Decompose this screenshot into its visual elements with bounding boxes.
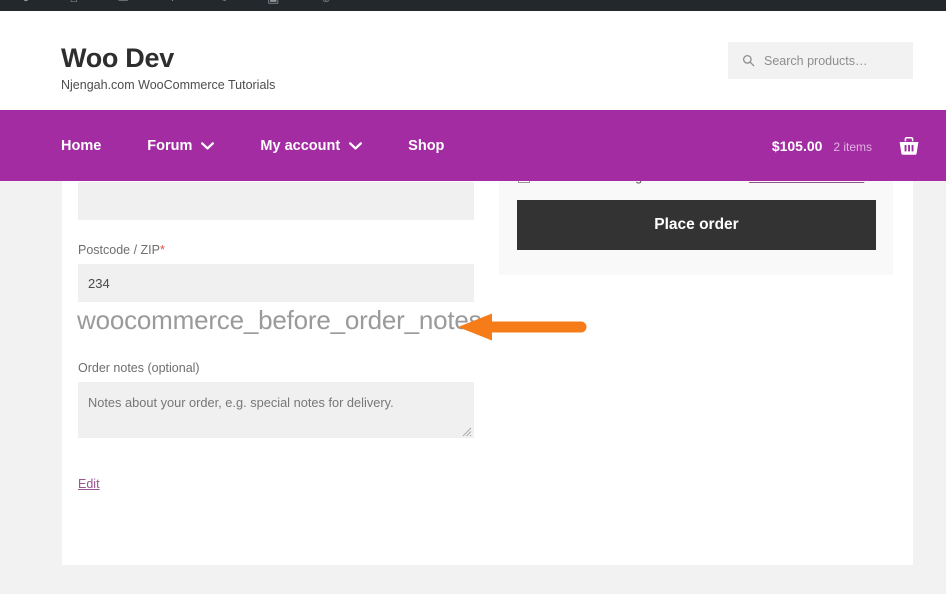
search-input[interactable]: Search products… bbox=[764, 54, 868, 68]
annotation-arrow-icon bbox=[458, 313, 587, 341]
new-content-icon[interactable]: + bbox=[169, 0, 177, 4]
search-icon bbox=[742, 54, 755, 67]
nav-item-label: Shop bbox=[408, 137, 445, 154]
main-navigation: Home Forum My account Shop $105.00 2 ite… bbox=[0, 110, 946, 181]
hook-name-heading: woocommerce_before_order_notes bbox=[77, 305, 482, 335]
cart-total: $105.00 2 items bbox=[772, 138, 872, 154]
comments-icon[interactable]: ✉ bbox=[118, 0, 129, 4]
postcode-label-text: Postcode / ZIP bbox=[78, 243, 160, 257]
billing-field-clipped[interactable] bbox=[78, 182, 474, 220]
order-notes-label: Order notes (optional) bbox=[78, 361, 200, 375]
nav-links: Home Forum My account Shop bbox=[61, 110, 467, 181]
required-asterisk: * bbox=[159, 243, 165, 257]
chevron-down-icon[interactable] bbox=[201, 141, 215, 150]
cart-total-amount: $105.00 bbox=[771, 137, 823, 154]
checkout-content-card: Postcode / ZIP* 234 woocommerce_before_o… bbox=[62, 170, 913, 565]
postcode-input[interactable]: 234 bbox=[78, 264, 474, 302]
cart-summary[interactable]: $105.00 2 items bbox=[772, 110, 920, 181]
order-notes-textarea[interactable]: Notes about your order, e.g. special not… bbox=[78, 382, 474, 438]
user-account-icon[interactable]: ☺ bbox=[319, 0, 332, 4]
site-branding[interactable]: Woo Dev Njengah.com WooCommerce Tutorial… bbox=[61, 43, 275, 92]
nav-item-my-account[interactable]: My account bbox=[237, 138, 385, 154]
order-review-panel: I have read and agree to the website ter… bbox=[499, 170, 893, 275]
order-notes-placeholder: Notes about your order, e.g. special not… bbox=[88, 395, 394, 410]
site-name-icon[interactable]: ⌂ bbox=[70, 0, 78, 4]
postcode-field-group: Postcode / ZIP* 234 bbox=[78, 242, 474, 302]
order-notes-group: Order notes (optional) Notes about your … bbox=[78, 360, 474, 438]
admin-bar-items: ● ⌂ ✉ + ✎ ▣ ☺ bbox=[22, 0, 333, 4]
wp-admin-bar[interactable]: ● ⌂ ✉ + ✎ ▣ ☺ bbox=[0, 0, 946, 11]
resize-handle-icon[interactable] bbox=[461, 426, 472, 437]
cart-item-count: 2 items bbox=[833, 139, 872, 154]
wp-logo-icon[interactable]: ● bbox=[22, 0, 30, 4]
edit-link[interactable]: Edit bbox=[78, 477, 100, 491]
site-title[interactable]: Woo Dev bbox=[61, 43, 275, 73]
nav-item-shop[interactable]: Shop bbox=[385, 138, 467, 154]
chevron-down-icon[interactable] bbox=[349, 141, 363, 150]
product-search-box[interactable]: Search products… bbox=[728, 42, 913, 79]
nav-item-label: My account bbox=[260, 137, 341, 154]
nav-item-forum[interactable]: Forum bbox=[124, 138, 237, 154]
edit-item-icon[interactable]: ✎ bbox=[216, 0, 227, 4]
site-tagline: Njengah.com WooCommerce Tutorials bbox=[61, 78, 276, 92]
woo-icon[interactable]: ▣ bbox=[267, 0, 279, 4]
nav-item-label: Home bbox=[61, 137, 102, 154]
shopping-basket-icon[interactable] bbox=[898, 136, 920, 156]
postcode-label: Postcode / ZIP* bbox=[78, 242, 474, 258]
place-order-button[interactable]: Place order bbox=[517, 200, 876, 250]
nav-item-home[interactable]: Home bbox=[61, 138, 124, 154]
nav-item-label: Forum bbox=[147, 137, 193, 154]
site-header: Woo Dev Njengah.com WooCommerce Tutorial… bbox=[0, 11, 946, 110]
